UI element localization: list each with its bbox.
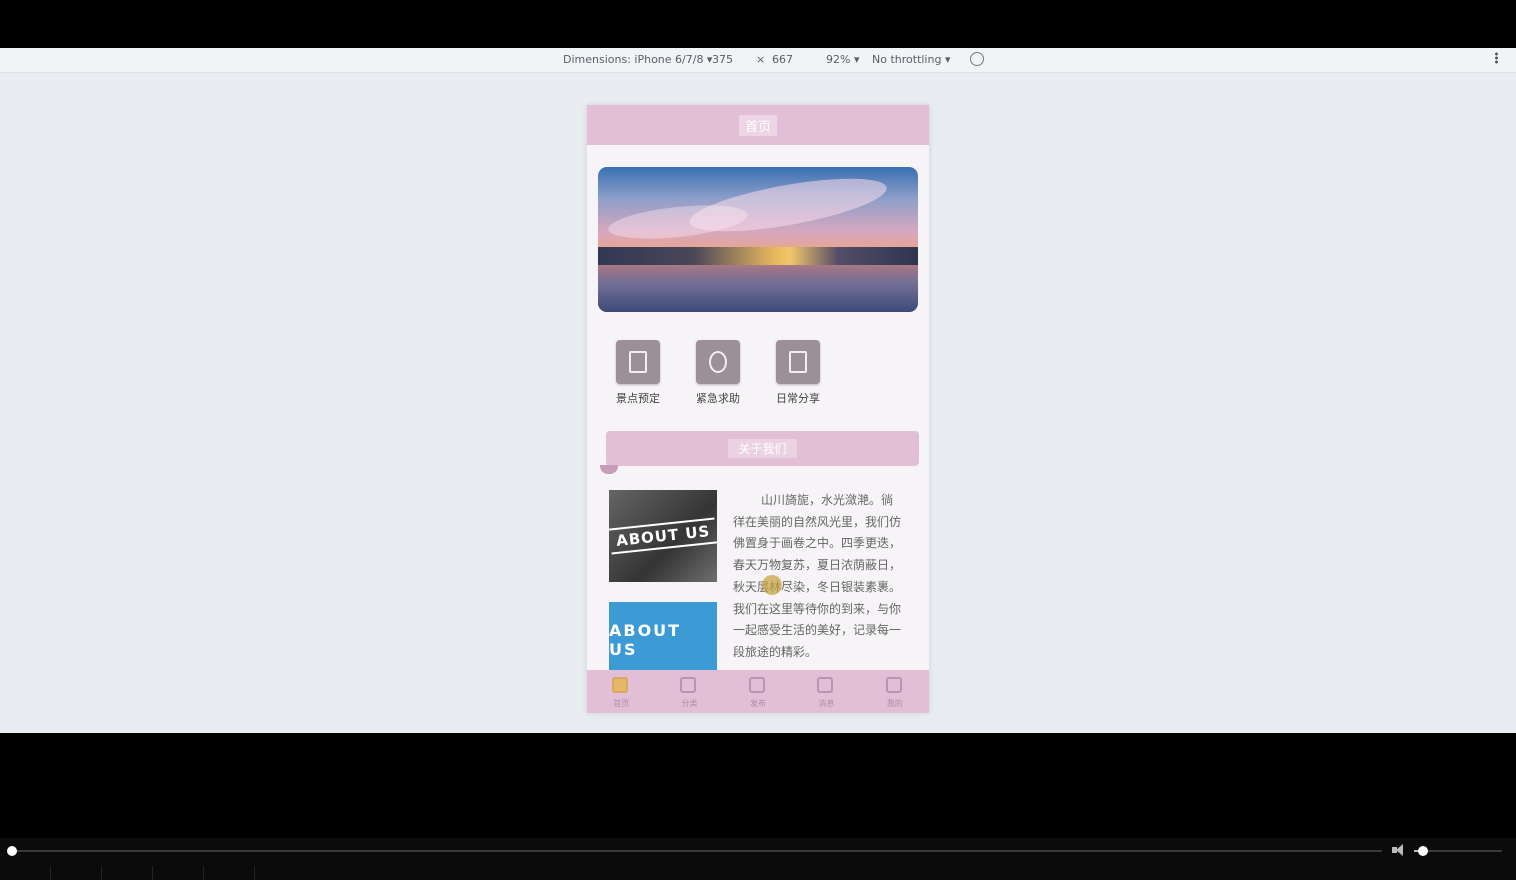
message-icon [817, 677, 834, 693]
tab-label: 发布 [750, 699, 767, 708]
booking-icon [616, 340, 660, 384]
click-indicator [762, 575, 782, 595]
progress-bar[interactable] [7, 846, 1382, 856]
tab-category[interactable]: 分类 [655, 670, 723, 713]
device-height-input[interactable]: 667 [772, 53, 793, 66]
volume-icon[interactable] [1392, 844, 1406, 856]
more-options-icon[interactable] [1495, 52, 1498, 64]
tab-label: 消息 [818, 699, 835, 708]
app-header: 首页 [587, 105, 929, 145]
devtools-viewport: Dimensions: iPhone 6/7/8 ▾ 375 × 667 92%… [0, 48, 1516, 733]
page-title: 首页 [738, 114, 777, 136]
about-us-image-2: ABOUT US [609, 602, 717, 677]
device-dimensions-dropdown[interactable]: Dimensions: iPhone 6/7/8 ▾ [563, 53, 712, 66]
tab-label: 我的 [886, 699, 903, 708]
device-toolbar: Dimensions: iPhone 6/7/8 ▾ 375 × 667 92%… [0, 48, 1516, 73]
tab-label: 首页 [613, 699, 630, 708]
player-button[interactable] [102, 866, 153, 880]
bottom-tab-bar: 首页 分类 发布 消息 我的 [587, 670, 929, 713]
player-button[interactable] [51, 866, 102, 880]
category-icon [680, 677, 697, 693]
phone-screen: 首页 景点预定 紧急求助 日常分享 关于我们 ABOUT US ABOUT US [587, 105, 929, 713]
quick-link-label: 景点预定 [616, 392, 660, 405]
section-title: 关于我们 [728, 439, 797, 458]
tab-messages[interactable]: 消息 [792, 670, 860, 713]
volume-slider[interactable] [1414, 846, 1502, 856]
quick-link-label: 日常分享 [776, 392, 820, 405]
player-button-row [0, 866, 255, 880]
volume-handle[interactable] [1417, 846, 1428, 856]
tab-profile[interactable]: 我的 [861, 670, 929, 713]
home-icon [612, 677, 628, 693]
publish-icon [748, 677, 765, 693]
quick-link-label: 紧急求助 [696, 392, 740, 405]
zoom-dropdown[interactable]: 92% ▾ [826, 53, 859, 66]
rotate-icon[interactable] [970, 52, 984, 66]
player-button[interactable] [204, 866, 255, 880]
player-button[interactable] [153, 866, 204, 880]
section-header: 关于我们 [600, 431, 919, 474]
gift-icon [776, 340, 820, 384]
tab-home[interactable]: 首页 [587, 670, 655, 713]
quick-link-share[interactable]: 日常分享 [763, 340, 833, 406]
about-article-text: 山川旖旎，水光潋滟。徜徉在美丽的自然风光里，我们仿佛置身于画卷之中。四季更迭，春… [733, 493, 902, 659]
dimension-separator: × [756, 53, 766, 66]
device-width-input[interactable]: 375 [712, 53, 733, 66]
help-icon [696, 340, 740, 384]
video-player-controls [0, 838, 1516, 880]
tab-label: 分类 [681, 699, 698, 708]
tab-publish[interactable]: 发布 [724, 670, 792, 713]
about-us-image-text: ABOUT US [609, 620, 682, 659]
banner-image[interactable] [598, 167, 918, 312]
player-button[interactable] [0, 866, 51, 880]
quick-link-help[interactable]: 紧急求助 [683, 340, 753, 406]
quick-link-booking[interactable]: 景点预定 [603, 340, 673, 406]
profile-icon [885, 677, 902, 693]
throttling-dropdown[interactable]: No throttling ▾ [872, 53, 950, 66]
about-us-image: ABOUT US [609, 490, 717, 582]
progress-handle[interactable] [7, 846, 17, 856]
